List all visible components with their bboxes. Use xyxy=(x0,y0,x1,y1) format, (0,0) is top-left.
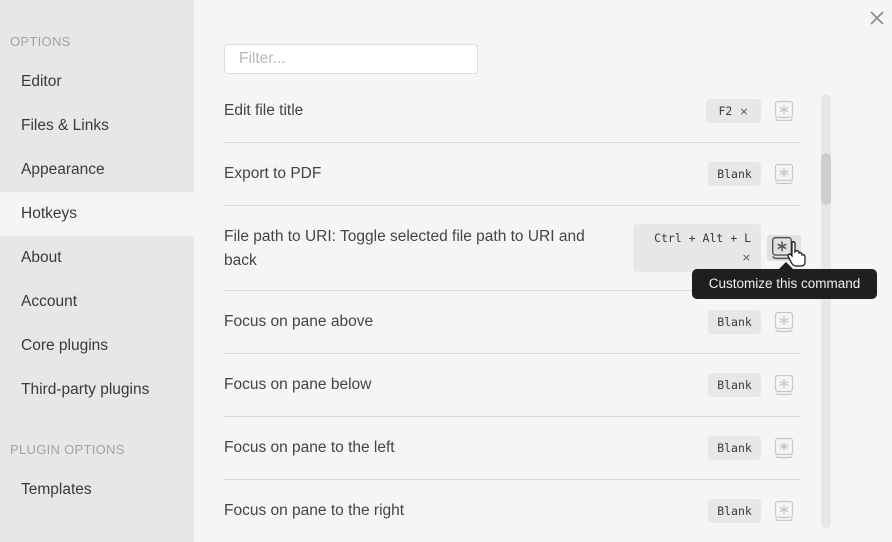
hotkey-badge[interactable]: Blank xyxy=(708,499,761,523)
customize-command-button[interactable] xyxy=(774,311,794,333)
filter-input[interactable] xyxy=(224,44,478,74)
sidebar-item-editor[interactable]: Editor xyxy=(0,60,194,104)
hotkey-badge[interactable]: F2 × xyxy=(706,99,761,123)
asterisk-keycap-icon xyxy=(774,100,794,122)
customize-command-button[interactable] xyxy=(774,100,794,122)
sidebar-item-core-plugins[interactable]: Core plugins xyxy=(0,324,194,368)
sidebar-item-appearance[interactable]: Appearance xyxy=(0,148,194,192)
customize-tooltip: Customize this command xyxy=(692,269,877,299)
hotkey-text: Ctrl + Alt + L xyxy=(654,231,751,245)
close-button[interactable] xyxy=(867,8,887,28)
sidebar-item-hotkeys[interactable]: Hotkeys xyxy=(0,192,194,236)
sidebar-item-about[interactable]: About xyxy=(0,236,194,280)
hotkey-badge[interactable]: Blank xyxy=(708,373,761,397)
asterisk-keycap-icon xyxy=(774,374,794,396)
close-icon xyxy=(870,11,884,25)
customize-command-button[interactable] xyxy=(774,374,794,396)
asterisk-keycap-icon xyxy=(774,437,794,459)
options-section-title: OPTIONS xyxy=(10,34,71,49)
customize-command-button[interactable] xyxy=(774,163,794,185)
hotkey-badge[interactable]: Blank xyxy=(708,162,761,186)
asterisk-keycap-icon xyxy=(774,311,794,333)
command-name: Export to PDF xyxy=(224,165,322,182)
scrollbar-thumb[interactable] xyxy=(821,153,831,205)
command-name: Focus on pane below xyxy=(224,376,372,393)
command-name: Focus on pane to the right xyxy=(224,502,405,519)
hotkey-row: Export to PDF Blank xyxy=(224,143,801,206)
hotkey-row: Focus on pane below Blank xyxy=(224,354,801,417)
hotkey-badge[interactable]: Blank xyxy=(708,436,761,460)
asterisk-keycap-icon xyxy=(774,163,794,185)
hotkey-row: Edit file title F2 × xyxy=(224,80,801,143)
hotkey-row: Focus on pane to the right Blank xyxy=(224,480,801,542)
scrollbar-track[interactable] xyxy=(821,94,831,528)
settings-sidebar: OPTIONS Editor Files & Links Appearance … xyxy=(0,0,194,542)
sidebar-item-templates[interactable]: Templates xyxy=(0,468,194,512)
sidebar-item-account[interactable]: Account xyxy=(0,280,194,324)
command-name: File path to URI: Toggle selected file p… xyxy=(224,228,585,269)
hotkey-text: F2 xyxy=(718,104,733,118)
remove-hotkey-icon[interactable]: × xyxy=(643,248,751,268)
customize-command-button[interactable] xyxy=(774,500,794,522)
asterisk-keycap-icon xyxy=(774,500,794,522)
command-name: Edit file title xyxy=(224,102,304,119)
hotkey-row: Focus on pane to the left Blank xyxy=(224,417,801,480)
command-name: Focus on pane to the left xyxy=(224,439,395,456)
sidebar-item-files-links[interactable]: Files & Links xyxy=(0,104,194,148)
hotkey-badge[interactable]: Ctrl + Alt + L × xyxy=(633,224,761,272)
hand-pointer-cursor-icon xyxy=(787,241,806,267)
command-name: Focus on pane above xyxy=(224,313,374,330)
hotkey-badge[interactable]: Blank xyxy=(708,310,761,334)
plugin-options-section-title: PLUGIN OPTIONS xyxy=(10,442,125,457)
remove-hotkey-icon[interactable]: × xyxy=(739,105,748,118)
sidebar-item-third-party-plugins[interactable]: Third-party plugins xyxy=(0,368,194,412)
hotkey-row: Focus on pane above Blank xyxy=(224,291,801,354)
customize-command-button[interactable] xyxy=(774,437,794,459)
